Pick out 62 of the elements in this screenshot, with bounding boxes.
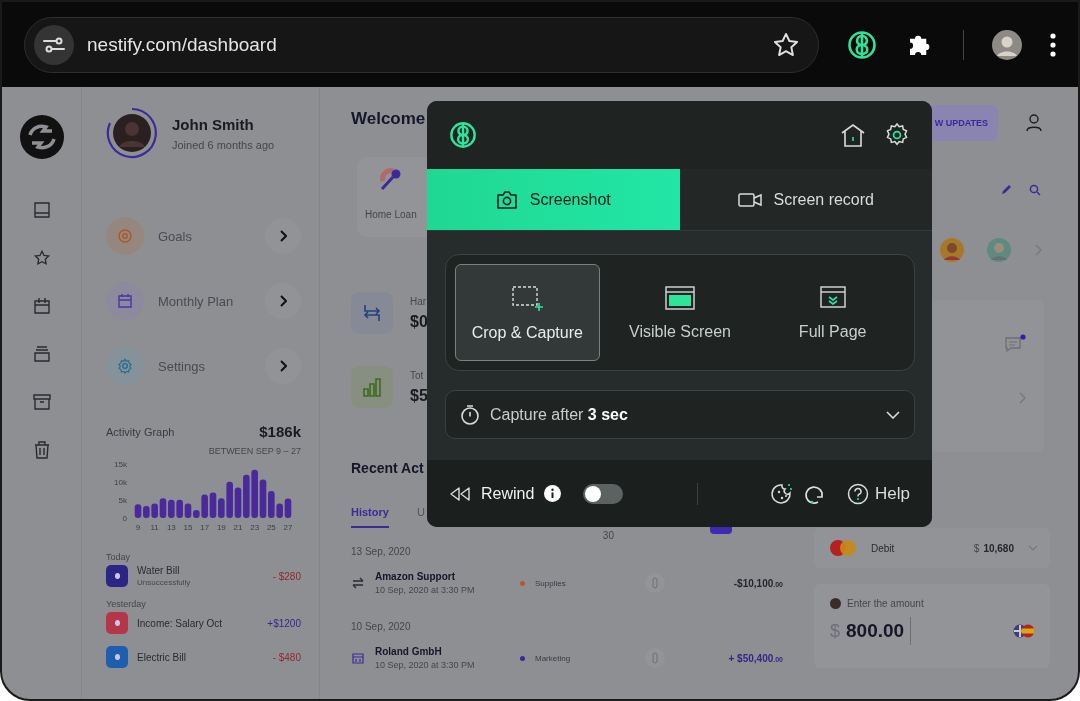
group-label: Today <box>106 552 132 562</box>
transaction-title: Water Bill <box>137 565 181 576</box>
url-text: nestify.com/dashboard <box>87 33 278 56</box>
capture-option[interactable]: Crop & Capture <box>455 264 600 361</box>
date-label: 13 Sep, 2020 <box>351 546 412 557</box>
date-label: 10 Sep, 2020 <box>351 621 412 632</box>
axis-label: 17 <box>200 523 210 532</box>
stat-value: $5 <box>410 386 428 405</box>
axis-label: 15k <box>114 460 127 469</box>
transaction-title: Income: Salary Oct <box>137 617 224 629</box>
transaction-title: Electric Bill <box>137 651 187 663</box>
axis-label: 10k <box>114 478 127 487</box>
address-bar[interactable]: nestify.com/dashboard <box>24 16 819 73</box>
stat-value: $0 <box>410 312 428 331</box>
axis-label: 13 <box>166 523 176 532</box>
group-label: Yesterday <box>106 599 147 609</box>
activity-time: 10 Sep, 2020 at 3:30 PM <box>375 660 476 670</box>
mode-tab[interactable]: Screenshot <box>427 169 680 230</box>
card-balance: 10,680 <box>983 542 1014 554</box>
axis-label: 15 <box>183 523 193 532</box>
currency-sign: $ <box>973 542 980 554</box>
card-label: Debit <box>871 542 896 554</box>
stat-label: Har <box>410 295 428 307</box>
transaction-amount: - $480 <box>272 651 301 663</box>
stat-label: Tot <box>410 369 425 381</box>
activity-title: Roland GmbH <box>375 646 443 657</box>
delay-dropdown[interactable]: Capture after 3 sec <box>445 390 915 439</box>
category-label: Marketing <box>535 653 572 663</box>
section-heading: Recent Act <box>351 460 425 476</box>
capture-option[interactable]: Full Page <box>760 264 905 361</box>
transaction-amount: - $280 <box>272 570 301 582</box>
amount-value: 800.00 <box>846 620 905 642</box>
transaction-amount: +$1200 <box>267 617 301 629</box>
rewind-label: Rewind <box>481 484 535 503</box>
joined-text: Joined 6 months ago <box>172 138 275 151</box>
page-heading: Welcome <box>351 109 427 129</box>
loan-label: Home Loan <box>365 209 417 220</box>
card-selector[interactable]: Debit $ 10,680 <box>814 528 1050 568</box>
axis-label: 21 <box>233 523 243 532</box>
axis-label: 5k <box>118 496 127 505</box>
axis-label: 11 <box>150 523 159 532</box>
date-range: BETWEEN SEP 9 – 27 <box>207 446 301 456</box>
activity-time: 10 Sep, 2020 at 3:30 PM <box>375 585 476 595</box>
day-number: 30 <box>602 530 614 541</box>
axis-label: 25 <box>266 523 276 532</box>
activity-title: Amazon Support <box>375 571 456 582</box>
axis-label: 19 <box>216 523 226 532</box>
capture-option[interactable]: Visible Screen <box>607 264 753 361</box>
currency-sign: $ <box>830 620 840 642</box>
transaction-status: Unsuccessfully <box>137 578 192 587</box>
axis-label: 27 <box>283 523 293 532</box>
graph-total: $186k <box>259 423 301 440</box>
help-button[interactable]: Help <box>847 482 910 505</box>
user-name: John Smith <box>172 115 255 133</box>
graph-title: Activity Graph <box>106 425 175 438</box>
category-label: Supplies <box>535 578 567 588</box>
field-label: Enter the amount <box>847 598 924 609</box>
amount-field[interactable]: Enter the amount $ 800.00 <box>814 584 1050 668</box>
axis-label: 23 <box>250 523 260 532</box>
tab[interactable]: History <box>351 506 389 528</box>
axis-label: 9 <box>135 523 141 532</box>
mode-tab[interactable]: Screen record <box>679 169 932 230</box>
